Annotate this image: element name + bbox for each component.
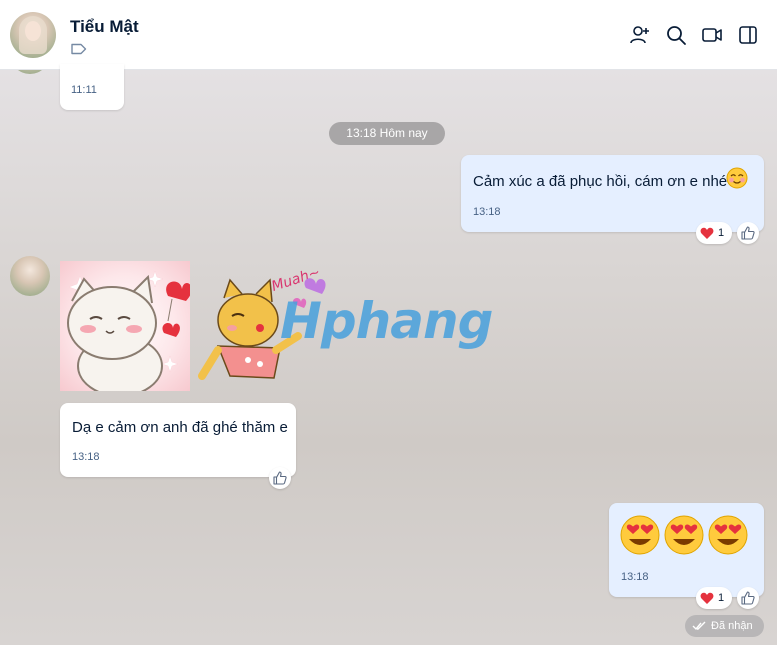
cat-blushing-sticker[interactable] <box>60 261 190 391</box>
video-call-icon[interactable] <box>701 24 723 46</box>
chat-header: Tiểu Mật <box>0 0 777 70</box>
message-bubble-outgoing[interactable]: Cảm xúc a đã phục hồi, cám ơn e nhé 13:1… <box>461 155 764 232</box>
heart-icon <box>700 227 714 239</box>
message-time: 13:18 <box>621 571 649 583</box>
like-button[interactable] <box>737 587 759 609</box>
thumbs-up-icon <box>741 591 755 605</box>
message-bubble-outgoing[interactable]: 13:18 <box>609 503 764 597</box>
reaction-badge[interactable]: 1 <box>696 222 732 244</box>
like-button[interactable] <box>737 222 759 244</box>
date-separator: 13:18 Hôm nay <box>329 122 445 145</box>
message-time: 13:18 <box>473 206 501 218</box>
reaction-badge[interactable]: 1 <box>696 587 732 609</box>
flushed-smile-emoji-icon <box>726 167 748 189</box>
thumbs-up-icon <box>741 226 755 240</box>
message-time: 11:11 <box>71 84 97 96</box>
reaction-count: 1 <box>718 592 725 604</box>
reaction-count: 1 <box>718 227 725 239</box>
heart-eyes-emoji-icon <box>620 515 660 555</box>
add-member-icon[interactable] <box>629 24 651 46</box>
message-time: 13:18 <box>72 451 100 463</box>
tag-icon[interactable] <box>71 43 87 55</box>
heart-eyes-emoji-icon <box>664 515 704 555</box>
message-bubble-incoming[interactable]: 11:11 <box>60 64 124 110</box>
delivery-status: Đã nhận <box>685 615 764 637</box>
contact-name[interactable]: Tiểu Mật <box>70 17 139 37</box>
watermark: Hphang <box>280 292 493 350</box>
double-check-icon <box>692 621 706 631</box>
sidebar-toggle-icon[interactable] <box>737 24 759 46</box>
message-bubble-incoming[interactable]: Dạ e cảm ơn anh đã ghé thăm e 13:18 <box>60 403 296 477</box>
heart-eyes-emoji-icon <box>708 515 748 555</box>
contact-avatar[interactable] <box>10 12 56 58</box>
status-text: Đã nhận <box>711 620 753 632</box>
heart-icon <box>700 592 714 604</box>
thumbs-up-icon <box>273 471 287 485</box>
search-icon[interactable] <box>665 24 687 46</box>
message-text: Cảm xúc a đã phục hồi, cám ơn e nhé <box>473 173 728 190</box>
message-text: Dạ e cảm ơn anh đã ghé thăm e <box>72 419 288 436</box>
contact-avatar-small[interactable] <box>10 256 50 296</box>
like-button[interactable] <box>269 467 291 489</box>
